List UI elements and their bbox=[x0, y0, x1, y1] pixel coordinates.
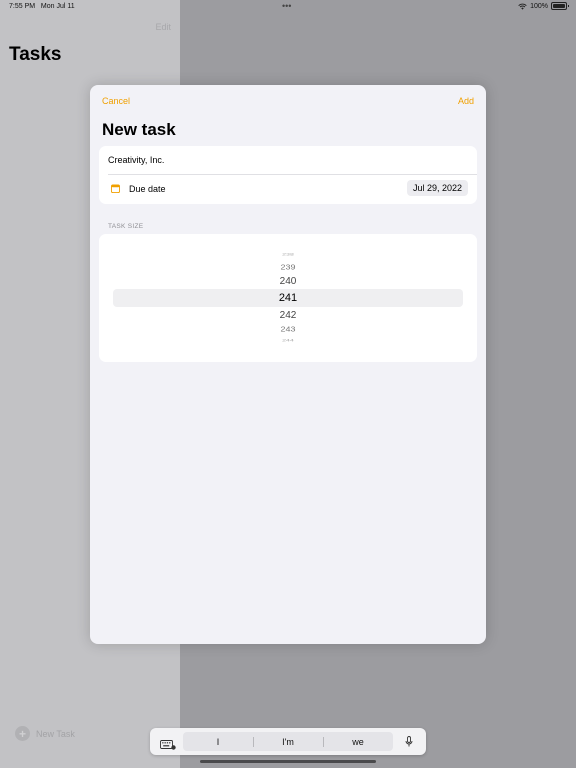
status-time: 7:55 PM bbox=[9, 3, 36, 10]
task-details-group: Creativity, Inc. Due date Jul 29, 2022 bbox=[99, 146, 477, 204]
cancel-button[interactable]: Cancel bbox=[102, 96, 130, 106]
picker-row[interactable]: 238 bbox=[99, 253, 477, 257]
new-task-sheet: Cancel Add New task Creativity, Inc. Due… bbox=[90, 85, 486, 644]
sidebar-title: Tasks bbox=[9, 44, 62, 65]
battery-icon bbox=[551, 2, 569, 10]
suggestion-item[interactable]: I'm bbox=[253, 737, 323, 747]
new-task-label: New Task bbox=[36, 728, 75, 739]
add-button[interactable]: Add bbox=[458, 96, 474, 106]
divider bbox=[108, 174, 477, 175]
status-bar: 7:55 PM Mon Jul 11 ••• 100% bbox=[0, 0, 576, 14]
picker-row[interactable]: 243 bbox=[99, 325, 477, 333]
keyboard-icon[interactable] bbox=[160, 737, 176, 750]
sheet-title: New task bbox=[102, 120, 176, 139]
suggestion-item[interactable]: I bbox=[183, 737, 253, 747]
status-date: Mon Jul 11 bbox=[40, 3, 75, 10]
picker-row[interactable]: 244 bbox=[99, 339, 477, 343]
calendar-icon bbox=[111, 184, 120, 193]
multitasking-dots[interactable]: ••• bbox=[282, 1, 291, 11]
due-date-label: Due date bbox=[129, 184, 166, 194]
wifi-icon bbox=[518, 3, 527, 10]
task-name-field[interactable]: Creativity, Inc. bbox=[108, 155, 164, 165]
predictive-text-bar: I I'm we bbox=[183, 732, 393, 751]
picker-row[interactable]: 242 bbox=[99, 310, 477, 321]
new-task-button[interactable]: + New Task bbox=[15, 726, 75, 741]
picker-row[interactable]: 240 bbox=[99, 276, 477, 287]
microphone-icon[interactable] bbox=[405, 736, 413, 747]
suggestion-item[interactable]: we bbox=[323, 737, 393, 747]
task-size-label: TASK SIZE bbox=[108, 223, 144, 230]
home-indicator[interactable] bbox=[200, 760, 376, 763]
picker-row-selected[interactable]: 241 bbox=[99, 292, 477, 304]
plus-circle-icon: + bbox=[15, 726, 30, 741]
task-size-picker[interactable]: 238 239 240 241 242 243 244 bbox=[99, 234, 477, 362]
edit-button[interactable]: Edit bbox=[155, 22, 171, 32]
status-time-date: 7:55 PM Mon Jul 11 bbox=[9, 3, 75, 10]
due-date-picker[interactable]: Jul 29, 2022 bbox=[406, 180, 468, 196]
picker-row[interactable]: 239 bbox=[99, 263, 477, 271]
status-right: 100% bbox=[518, 2, 569, 10]
battery-percent: 100% bbox=[530, 2, 548, 10]
keyboard-shortcut-bar: I I'm we bbox=[150, 728, 426, 755]
